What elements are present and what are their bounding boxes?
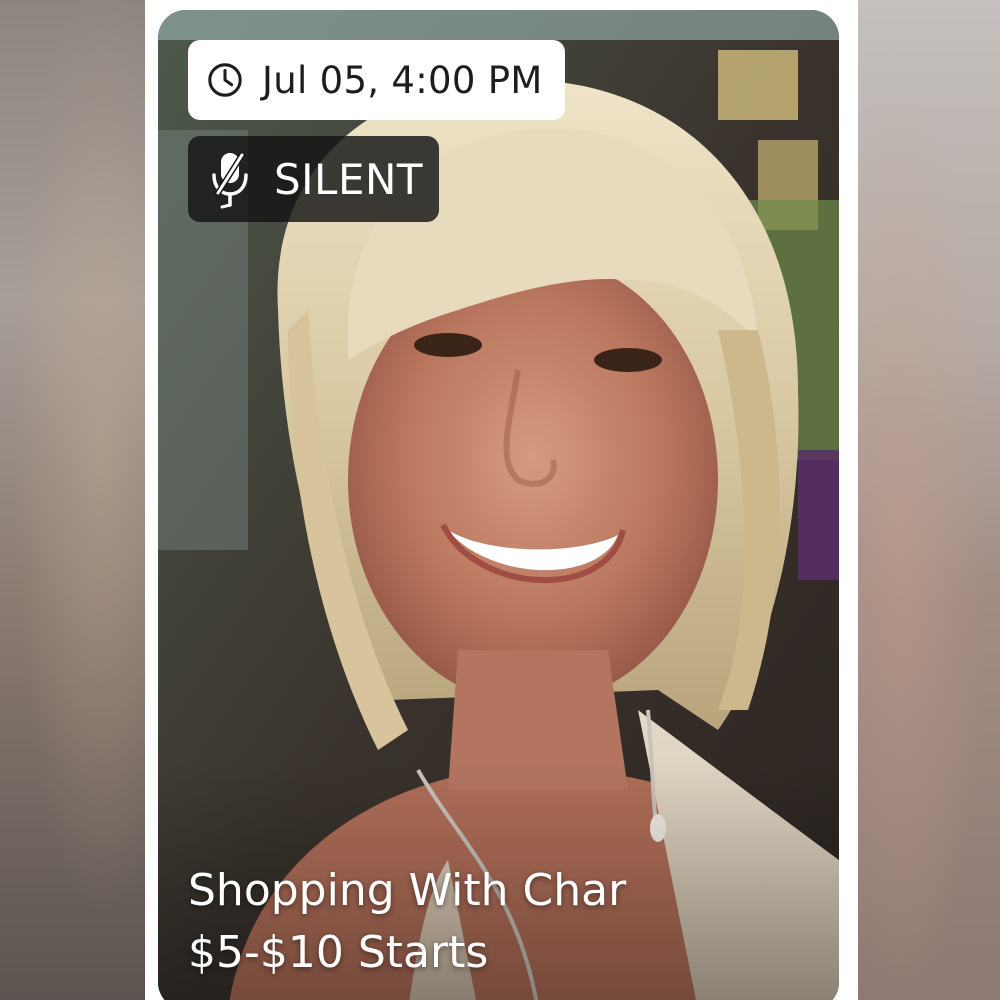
- muted-microphone-icon: [212, 152, 248, 209]
- show-title: Shopping With Char: [188, 865, 627, 916]
- auction-type-label: SILENT: [274, 154, 424, 204]
- blurred-backdrop-left: [0, 0, 145, 1000]
- blurred-backdrop-right: [858, 0, 1000, 1000]
- schedule-time: Jul 05, 4:00 PM: [262, 58, 543, 102]
- show-subtitle: $5-$10 Starts: [188, 927, 489, 978]
- auction-type-badge: SILENT: [188, 136, 440, 222]
- show-card[interactable]: Jul 05, 4:00 PM SILENT Shopping With Cha…: [158, 10, 839, 1000]
- clock-icon: [208, 63, 242, 97]
- show-caption: Shopping With Char $5-$10 Starts: [188, 860, 828, 984]
- show-preview-screen: Jul 05, 4:00 PM SILENT Shopping With Cha…: [0, 0, 1000, 1000]
- schedule-badge: Jul 05, 4:00 PM: [188, 40, 565, 120]
